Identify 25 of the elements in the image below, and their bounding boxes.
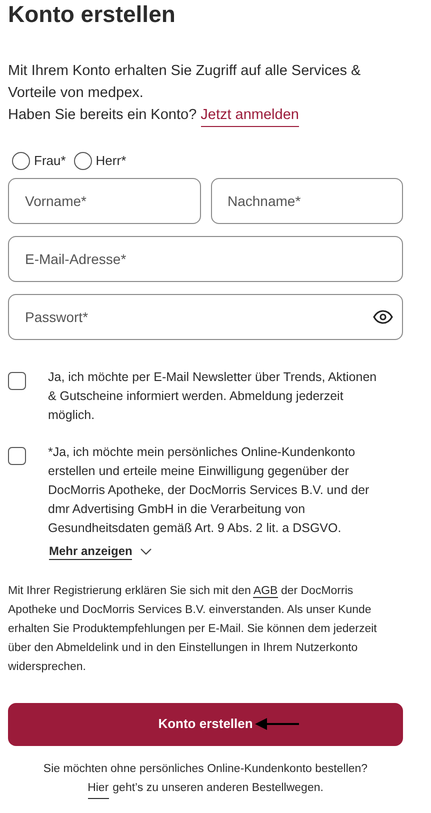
guest-text: geht’s zu unseren anderen Bestellwegen. (112, 780, 324, 796)
guest-link[interactable]: Hier (88, 778, 109, 798)
radio-option[interactable]: Herr* (74, 151, 126, 170)
page-title: Konto erstellen (8, 3, 176, 26)
input-field[interactable]: Vorname* (8, 178, 200, 224)
show-more-link[interactable]: Mehr anzeigen (49, 544, 132, 560)
consent-text: *Ja, ich möchte mein persönliches Online-Kundenkonto erstellen und erteile meine Einwilligung gegenüber der DocMorris Apotheke, der DocMorris Services B.V. und der dmr Advertising GmbH in die Verarbeitung von Gesundheitsdaten gemäß Art. 9 Abs. 2 lit. a DSGVO. (48, 444, 370, 537)
button-label: Konto erstellen (158, 715, 253, 734)
arrow-icon (254, 717, 299, 731)
checkbox[interactable] (8, 372, 26, 390)
create-account-button[interactable]: Konto erstellen (8, 702, 403, 746)
chevron-down-icon (140, 548, 152, 555)
input-field[interactable]: Passwort* (8, 294, 403, 340)
intro-text: Mit Ihrem Konto erhalten Sie Zugriff auf alle Services & Vorteile von medpex. (8, 62, 362, 103)
input-field[interactable]: E-Mail-Adresse* (8, 236, 403, 282)
consent-text: Ja, ich möchte per E-Mail Newsletter über Trends, Aktionen & Gutscheine informiert werden. Abmeldung jederzeit möglich. (48, 368, 378, 424)
guest-question: Sie möchten ohne persönliches Online-Kundenkonto bestellen? (42, 762, 369, 776)
login-link[interactable]: Jetzt anmelden (200, 104, 299, 127)
input-field[interactable]: Nachname* (210, 178, 403, 224)
terms-link[interactable]: AGB (253, 584, 278, 598)
eye-icon[interactable] (373, 310, 393, 324)
checkbox[interactable] (8, 446, 26, 464)
radio-option[interactable]: Frau* (12, 151, 66, 170)
intro-question: Haben Sie bereits ein Konto? (8, 106, 197, 125)
terms-text: Mit Ihrer Registrierung erklären Sie sich mit den AGB der DocMorris Apotheke und DocMorris Services B.V. einverstanden. Als unser Kunde erhalten Sie Produktempfehlungen per E-Mail. Sie können dem jederzeit über den Abmeldelink und in den Einstellungen in Ihrem Nutzerkonto widersprechen. (8, 584, 378, 674)
